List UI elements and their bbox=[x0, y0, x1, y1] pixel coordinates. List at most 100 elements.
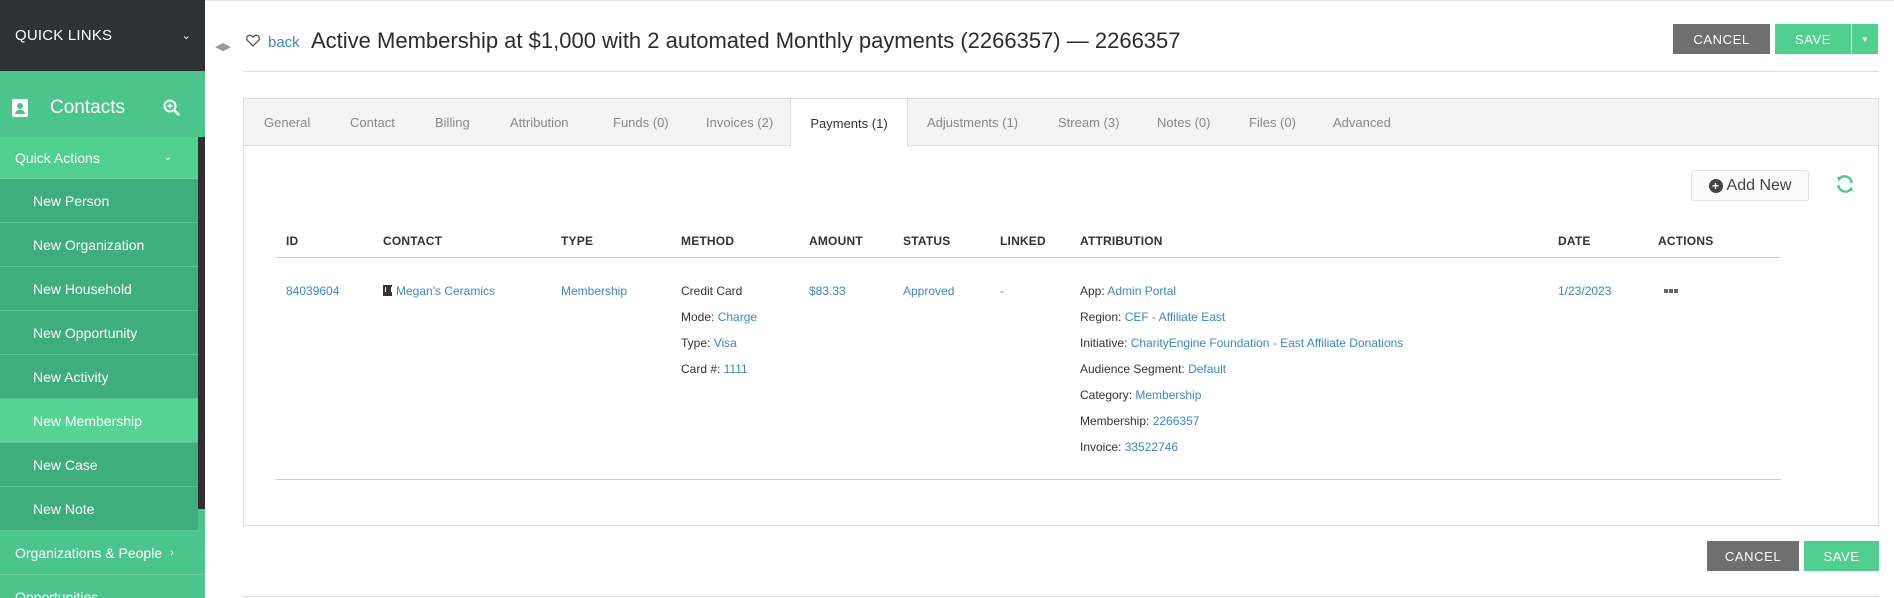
chevron-down-icon: ⌄ bbox=[181, 30, 191, 42]
quick-links-label: QUICK LINKS bbox=[15, 27, 113, 44]
attribution-segment-value[interactable]: Default bbox=[1188, 362, 1226, 376]
tab-contact[interactable]: Contact bbox=[350, 99, 395, 146]
add-new-button[interactable]: + Add New bbox=[1691, 170, 1809, 201]
method-mode: Mode: Charge bbox=[681, 309, 757, 325]
sidebar-section-label: Organizations & People bbox=[15, 544, 163, 561]
tab-invoices[interactable]: Invoices (2) bbox=[706, 99, 773, 146]
contact-card-icon bbox=[12, 98, 28, 117]
attribution-app-value[interactable]: Admin Portal bbox=[1107, 284, 1176, 298]
favorite-heart-icon[interactable] bbox=[246, 34, 260, 52]
sidebar-item-new-household[interactable]: New Household bbox=[0, 267, 198, 311]
attribution-segment: Audience Segment: Default bbox=[1080, 361, 1226, 377]
collapse-toggle-icon[interactable]: ◀▶ bbox=[215, 40, 231, 53]
attribution-invoice-label: Invoice: bbox=[1080, 440, 1122, 454]
type-link[interactable]: Membership bbox=[561, 283, 627, 299]
cancel-button-bottom[interactable]: CANCEL bbox=[1707, 541, 1799, 571]
quick-actions-toggle[interactable]: Quick Actions ⌄ bbox=[0, 137, 198, 179]
status-link[interactable]: Approved bbox=[903, 283, 954, 299]
attribution-region: Region: CEF - Affiliate East bbox=[1080, 309, 1225, 325]
contact-name: Megan's Ceramics bbox=[396, 284, 495, 298]
payment-id-link[interactable]: 84039604 bbox=[286, 283, 339, 299]
attribution-invoice: Invoice: 33522746 bbox=[1080, 439, 1178, 455]
contact-link[interactable]: Megan's Ceramics bbox=[383, 283, 495, 299]
save-button-bottom[interactable]: SAVE bbox=[1804, 541, 1879, 571]
refresh-icon[interactable] bbox=[1835, 174, 1855, 199]
tab-advanced[interactable]: Advanced bbox=[1333, 99, 1391, 146]
method-type: Type: Visa bbox=[681, 335, 737, 351]
plus-circle-icon: + bbox=[1708, 178, 1723, 193]
attribution-category: Category: Membership bbox=[1080, 387, 1201, 403]
back-link[interactable]: back bbox=[268, 34, 300, 51]
sidebar-section-opportunities[interactable]: Opportunities bbox=[0, 575, 205, 598]
date-link[interactable]: 1/23/2023 bbox=[1558, 283, 1611, 299]
method-type-value[interactable]: Visa bbox=[714, 336, 737, 350]
tab-funds[interactable]: Funds (0) bbox=[613, 99, 669, 146]
amount-link[interactable]: $83.33 bbox=[809, 283, 846, 299]
method-mode-value[interactable]: Charge bbox=[718, 310, 757, 324]
chevron-right-icon: › bbox=[170, 546, 174, 559]
sidebar-item-new-membership[interactable]: New Membership bbox=[0, 399, 198, 443]
record-panel: General Contact Billing Attribution Fund… bbox=[243, 98, 1879, 526]
more-actions-icon[interactable] bbox=[1664, 289, 1678, 293]
contacts-header: Contacts bbox=[0, 74, 205, 141]
attribution-region-value[interactable]: CEF - Affiliate East bbox=[1125, 310, 1225, 324]
tab-stream[interactable]: Stream (3) bbox=[1058, 99, 1119, 146]
table-header-divider bbox=[276, 257, 1781, 258]
sidebar-item-new-activity[interactable]: New Activity bbox=[0, 355, 198, 399]
save-options-caret-icon[interactable]: ▼ bbox=[1852, 24, 1878, 54]
method-card: Card #: 1111 bbox=[681, 361, 748, 377]
column-header-attribution[interactable]: ATTRIBUTION bbox=[1080, 234, 1163, 248]
save-button[interactable]: SAVE bbox=[1775, 24, 1851, 54]
column-header-type[interactable]: TYPE bbox=[561, 234, 593, 248]
method-card-value[interactable]: 1111 bbox=[724, 362, 748, 376]
quick-actions-label: Quick Actions bbox=[15, 149, 100, 166]
attribution-app-label: App: bbox=[1080, 284, 1105, 298]
sidebar-item-new-case[interactable]: New Case bbox=[0, 443, 198, 487]
sidebar-item-new-note[interactable]: New Note bbox=[0, 487, 198, 531]
linked-value[interactable]: - bbox=[1000, 283, 1004, 299]
attribution-invoice-value[interactable]: 33522746 bbox=[1125, 440, 1178, 454]
attribution-category-label: Category: bbox=[1080, 388, 1133, 402]
column-header-method[interactable]: METHOD bbox=[681, 234, 734, 248]
tab-billing[interactable]: Billing bbox=[435, 99, 470, 146]
tab-general[interactable]: General bbox=[264, 99, 310, 146]
column-header-id[interactable]: ID bbox=[286, 234, 298, 248]
column-header-linked[interactable]: LINKED bbox=[1000, 234, 1046, 248]
organization-building-icon bbox=[383, 285, 392, 296]
sidebar-item-new-person[interactable]: New Person bbox=[0, 179, 198, 223]
chevron-down-icon: ⌄ bbox=[163, 152, 172, 163]
attribution-initiative: Initiative: CharityEngine Foundation - E… bbox=[1080, 335, 1403, 351]
top-border bbox=[205, 0, 1894, 1]
column-header-contact[interactable]: CONTACT bbox=[383, 234, 442, 248]
column-header-amount[interactable]: AMOUNT bbox=[809, 234, 863, 248]
tab-attribution[interactable]: Attribution bbox=[510, 99, 569, 146]
quick-actions-list: New Person New Organization New Househol… bbox=[0, 179, 198, 531]
sidebar-scrollbar[interactable] bbox=[198, 137, 205, 509]
sidebar: QUICK LINKS ⌄ Contacts Quick Actions ⌄ N… bbox=[0, 0, 205, 598]
contacts-title: Contacts bbox=[50, 96, 125, 118]
tab-adjustments[interactable]: Adjustments (1) bbox=[927, 99, 1018, 146]
tab-files[interactable]: Files (0) bbox=[1249, 99, 1296, 146]
search-plus-icon[interactable] bbox=[151, 99, 191, 116]
attribution-category-value[interactable]: Membership bbox=[1135, 388, 1201, 402]
attribution-membership-label: Membership: bbox=[1080, 414, 1150, 428]
cancel-button[interactable]: CANCEL bbox=[1673, 24, 1770, 54]
sidebar-section-label: Opportunities bbox=[15, 588, 99, 598]
attribution-initiative-value[interactable]: CharityEngine Foundation - East Affiliat… bbox=[1131, 336, 1404, 350]
tab-bar: General Contact Billing Attribution Fund… bbox=[244, 99, 1878, 147]
column-header-actions: ACTIONS bbox=[1658, 234, 1714, 248]
quick-links-toggle[interactable]: QUICK LINKS ⌄ bbox=[0, 0, 205, 71]
tab-notes[interactable]: Notes (0) bbox=[1157, 99, 1210, 146]
sidebar-section-organizations-people[interactable]: Organizations & People › bbox=[0, 531, 205, 575]
sidebar-item-new-organization[interactable]: New Organization bbox=[0, 223, 198, 267]
attribution-membership-value[interactable]: 2266357 bbox=[1153, 414, 1200, 428]
sidebar-item-new-opportunity[interactable]: New Opportunity bbox=[0, 311, 198, 355]
attribution-initiative-label: Initiative: bbox=[1080, 336, 1128, 350]
header-divider bbox=[243, 71, 1879, 72]
column-header-date[interactable]: DATE bbox=[1558, 234, 1591, 248]
tab-payments[interactable]: Payments (1) bbox=[790, 99, 908, 147]
attribution-segment-label: Audience Segment: bbox=[1080, 362, 1185, 376]
method-name: Credit Card bbox=[681, 284, 743, 298]
attribution-app: App: Admin Portal bbox=[1080, 283, 1176, 299]
column-header-status[interactable]: STATUS bbox=[903, 234, 950, 248]
